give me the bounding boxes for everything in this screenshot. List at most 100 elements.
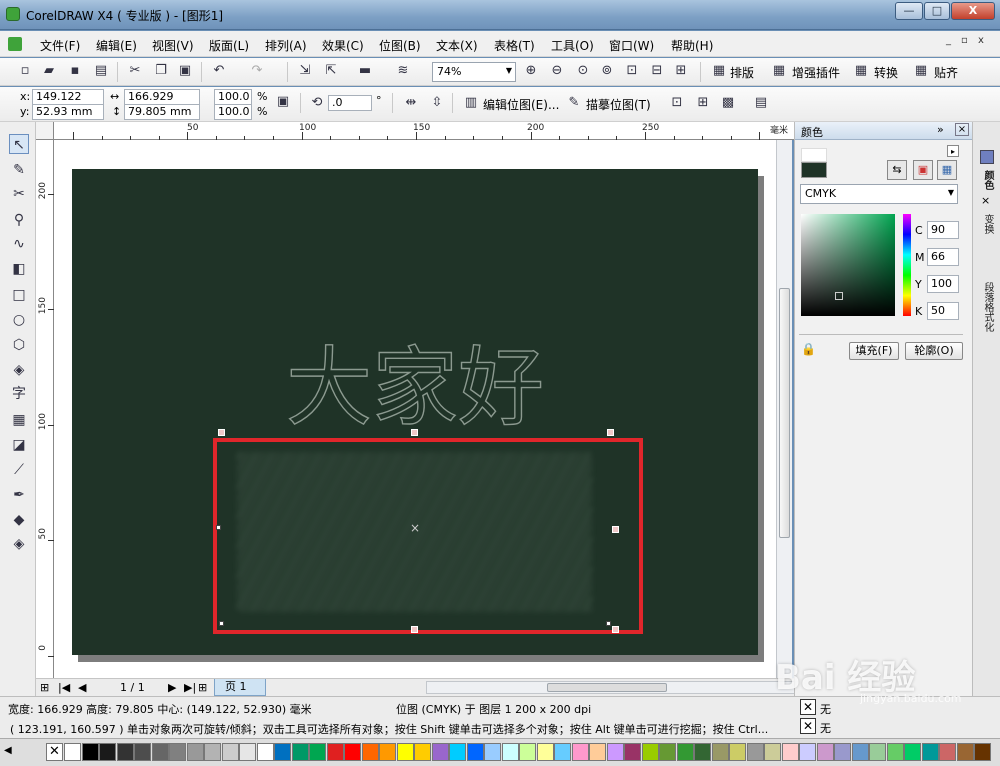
zoom-all-icon[interactable]: ⊚ [598, 62, 616, 80]
prev-page-icon[interactable]: ◀ [78, 681, 86, 694]
y-position-field[interactable]: 52.93 mm [32, 104, 104, 120]
color-picker-cursor[interactable] [835, 292, 843, 300]
mirror-horizontal-icon[interactable]: ⇹ [402, 94, 420, 112]
palette-swatch[interactable] [81, 743, 99, 761]
last-page-icon[interactable]: ▶| [184, 681, 196, 694]
import-icon[interactable]: ⇲ [296, 62, 314, 80]
menu-file[interactable]: 文件(F) [40, 37, 80, 54]
menu-edit[interactable]: 编辑(E) [96, 37, 137, 54]
palette-swatch[interactable] [624, 743, 641, 761]
vertical-scroll-thumb[interactable] [779, 288, 790, 538]
interactive-fill-tool-icon[interactable]: ◈ [9, 534, 29, 554]
palette-swatch[interactable] [781, 743, 799, 761]
edit-bitmap-icon[interactable]: ▥ [462, 94, 480, 112]
doc-restore-button[interactable]: ▫ [961, 35, 968, 46]
outline-indicator[interactable]: ✕ [800, 718, 816, 734]
lock-ratio-icon[interactable]: ▣ [274, 93, 292, 111]
palette-swatch[interactable] [134, 743, 151, 761]
palette-swatch[interactable] [239, 743, 256, 761]
palette-swatch[interactable] [379, 743, 396, 761]
zoom-out-icon[interactable]: ⊖ [548, 62, 566, 80]
bitmap-color-mask-icon[interactable]: ▩ [719, 94, 737, 112]
copy-icon[interactable]: ❐ [152, 62, 170, 80]
palette-swatch[interactable] [939, 743, 956, 761]
zoom-tool-icon[interactable]: ⚲ [9, 210, 29, 230]
close-docker-icon[interactable]: × [955, 123, 969, 136]
tab-color[interactable]: 颜色 [977, 170, 995, 190]
menu-bitmaps[interactable]: 位图(B) [379, 37, 421, 54]
yellow-field[interactable]: 100 [927, 275, 959, 293]
trace-bitmap-icon[interactable]: ✎ [565, 94, 583, 112]
zoom-height-icon[interactable]: ⊞ [672, 62, 690, 80]
eyedropper-tool-icon[interactable]: ⟋ [9, 460, 29, 480]
palette-swatch[interactable] [921, 743, 939, 761]
selection-handle[interactable] [216, 525, 221, 530]
palette-swatch[interactable] [676, 743, 694, 761]
palette-swatch[interactable] [589, 743, 606, 761]
palette-swatch[interactable] [361, 743, 379, 761]
palette-swatch[interactable] [519, 743, 536, 761]
first-page-icon[interactable]: |◀ [58, 681, 70, 694]
resample-icon[interactable]: ⊞ [694, 94, 712, 112]
convert-plugin-label[interactable]: 转换 [874, 64, 898, 81]
palette-swatch[interactable] [116, 743, 134, 761]
text-tool-icon[interactable]: 字 [9, 384, 29, 404]
save-icon[interactable]: ▪ [66, 62, 84, 80]
selection-handle[interactable] [606, 621, 611, 626]
palette-swatch[interactable] [974, 743, 991, 761]
docker-scroll-icon[interactable] [980, 150, 994, 164]
typeset-plugin-label[interactable]: 排版 [730, 64, 754, 81]
zoom-level-combo[interactable]: 74% ▼ [432, 62, 516, 82]
menu-table[interactable]: 表格(T) [494, 37, 535, 54]
maximize-button[interactable]: □ [924, 2, 950, 20]
palette-swatch[interactable] [956, 743, 974, 761]
hello-text-outline[interactable]: 大家好 [285, 337, 544, 438]
add-page-after-icon[interactable]: ⊞ [198, 681, 207, 694]
convert-plugin-icon[interactable]: ▦ [852, 62, 870, 80]
trace-bitmap-button[interactable]: 描摹位图(T) [586, 96, 651, 113]
collapse-docker-icon[interactable]: » [937, 123, 944, 136]
open-icon[interactable]: ▰ [40, 62, 58, 80]
palette-swatch[interactable] [746, 743, 764, 761]
palette-swatch[interactable] [659, 743, 676, 761]
selection-handle[interactable] [411, 429, 418, 436]
cyan-field[interactable]: 90 [927, 221, 959, 239]
menu-view[interactable]: 视图(V) [152, 37, 194, 54]
palette-swatch[interactable] [204, 743, 221, 761]
no-color-swatch[interactable]: ✕ [46, 743, 63, 761]
document-icon[interactable] [8, 37, 22, 51]
cut-icon[interactable]: ✂ [126, 62, 144, 80]
x-position-field[interactable]: 149.122 mm [32, 89, 104, 117]
color-picker-field[interactable] [801, 214, 895, 316]
palette-swatch[interactable] [99, 743, 116, 761]
horizontal-scrollbar[interactable] [426, 681, 806, 694]
palette-swatch[interactable] [501, 743, 519, 761]
export-icon[interactable]: ⇱ [322, 62, 340, 80]
height-field[interactable]: 79.805 mm [124, 104, 200, 120]
palette-swatch[interactable] [554, 743, 571, 761]
outline-button[interactable]: 轮廓(O) [905, 342, 963, 360]
selection-handle[interactable] [219, 621, 224, 626]
polygon-tool-icon[interactable]: ⬡ [9, 335, 29, 355]
palette-swatch[interactable] [274, 743, 291, 761]
minimize-button[interactable]: — [895, 2, 923, 20]
doc-close-button[interactable]: x [978, 35, 984, 46]
redo-icon[interactable]: ↷ [248, 62, 266, 80]
menu-layout[interactable]: 版面(L) [209, 37, 249, 54]
color-model-select[interactable]: CMYK ▼ [800, 184, 958, 204]
lock-icon[interactable]: 🔒 [801, 342, 816, 356]
menu-effects[interactable]: 效果(C) [322, 37, 364, 54]
ellipse-tool-icon[interactable]: ○ [9, 310, 29, 330]
palette-scroll-left-icon[interactable]: ◀ [4, 745, 12, 756]
close-tab-icon[interactable]: × [981, 194, 990, 207]
dimension-tool-icon[interactable]: ◪ [9, 435, 29, 455]
print-icon[interactable]: ▤ [92, 62, 110, 80]
fill-tool-icon[interactable]: ◆ [9, 510, 29, 530]
palette-swatch[interactable] [151, 743, 169, 761]
rectangle-tool-icon[interactable]: □ [9, 285, 29, 305]
crop-bitmap-icon[interactable]: ⊡ [668, 94, 686, 112]
palette-swatch[interactable] [484, 743, 501, 761]
edit-bitmap-button[interactable]: 编辑位图(E)... [483, 96, 559, 113]
palette-swatch[interactable] [571, 743, 589, 761]
zoom-width-icon[interactable]: ⊟ [648, 62, 666, 80]
